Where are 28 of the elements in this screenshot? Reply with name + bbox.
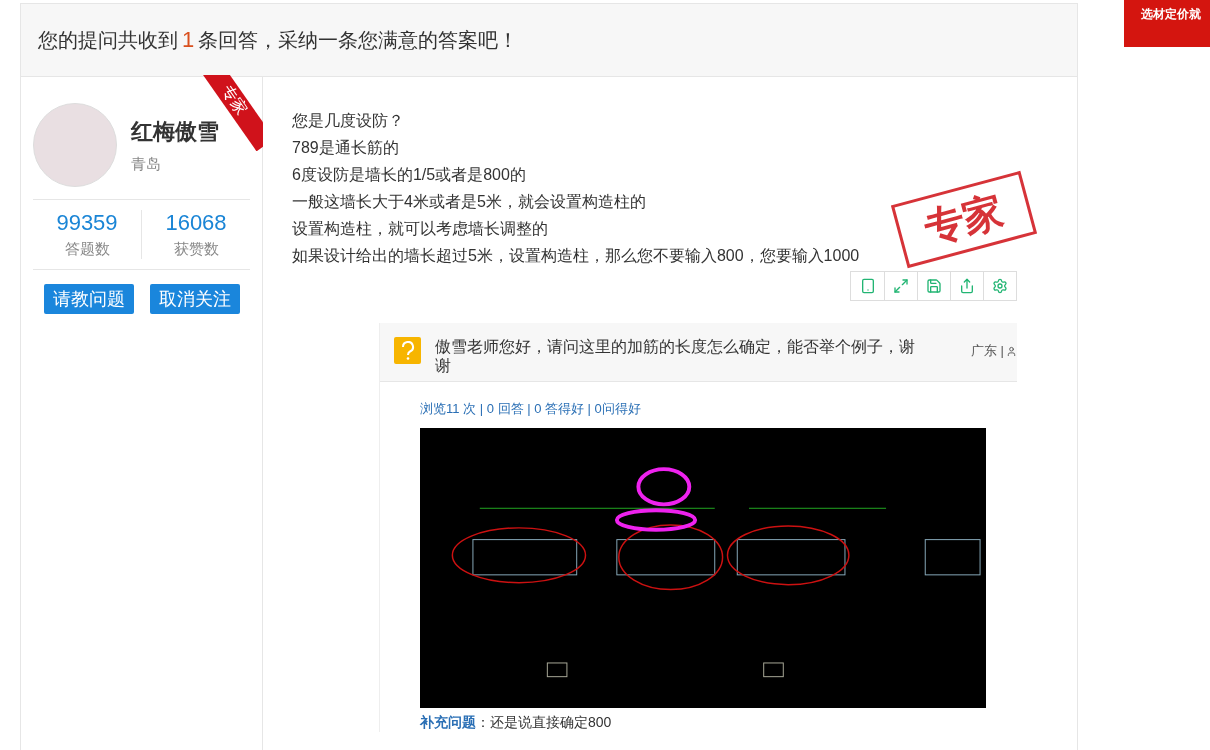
answer-text-line: 设置构造柱，就可以考虑墙长调整的: [292, 219, 548, 239]
supplement-text: 补充问题：还是说直接确定800: [419, 713, 613, 732]
stat-value: 99359: [56, 210, 118, 236]
answer-text-line: 789是通长筋的: [292, 138, 399, 158]
expert-stamp: 专家: [890, 170, 1038, 269]
expert-city: 青岛: [131, 154, 162, 174]
tablet-icon: [859, 278, 876, 294]
answer-text-line: 6度设防是墙长的1/5或者是800的: [292, 165, 526, 185]
profile-button[interactable]: 请教问题: [43, 284, 134, 314]
profile-button[interactable]: 取消关注: [149, 284, 240, 314]
save-icon: [926, 278, 942, 294]
expert-name: 红梅傲雪: [131, 117, 219, 146]
expand-icon: [893, 278, 909, 294]
stat-label: 获赞数: [173, 240, 219, 259]
question-location: 广东 |: [971, 342, 1004, 360]
answer-text-line: 如果设计给出的墙长超过5米，设置构造柱，那么您不要输入800，您要输入1000: [292, 246, 860, 266]
stat-value: 16068: [165, 210, 227, 236]
stat-label: 答题数: [64, 240, 110, 259]
ad-banner[interactable]: 选材定价就: [1124, 0, 1210, 47]
answer-count-notice: 您的提问共收到 1 条回答，采纳一条您满意的答案吧！: [21, 4, 1077, 77]
question-stats-link[interactable]: 浏览11 次 | 0 回答 | 0 答得好 | 0问得好: [420, 400, 641, 418]
answer-text-line: 一般这墙长大于4米或者是5米，就会设置构造柱的: [292, 192, 646, 212]
user-icon: [1006, 345, 1017, 357]
share-icon: [959, 278, 975, 294]
settings-icon: [992, 278, 1008, 294]
question-title: 傲雪老师您好，请问这里的加筋的长度怎么确定，能否举个例子，谢谢: [435, 337, 916, 375]
answer-text-line: 您是几度设防？: [292, 111, 404, 131]
question-icon: [394, 337, 421, 364]
